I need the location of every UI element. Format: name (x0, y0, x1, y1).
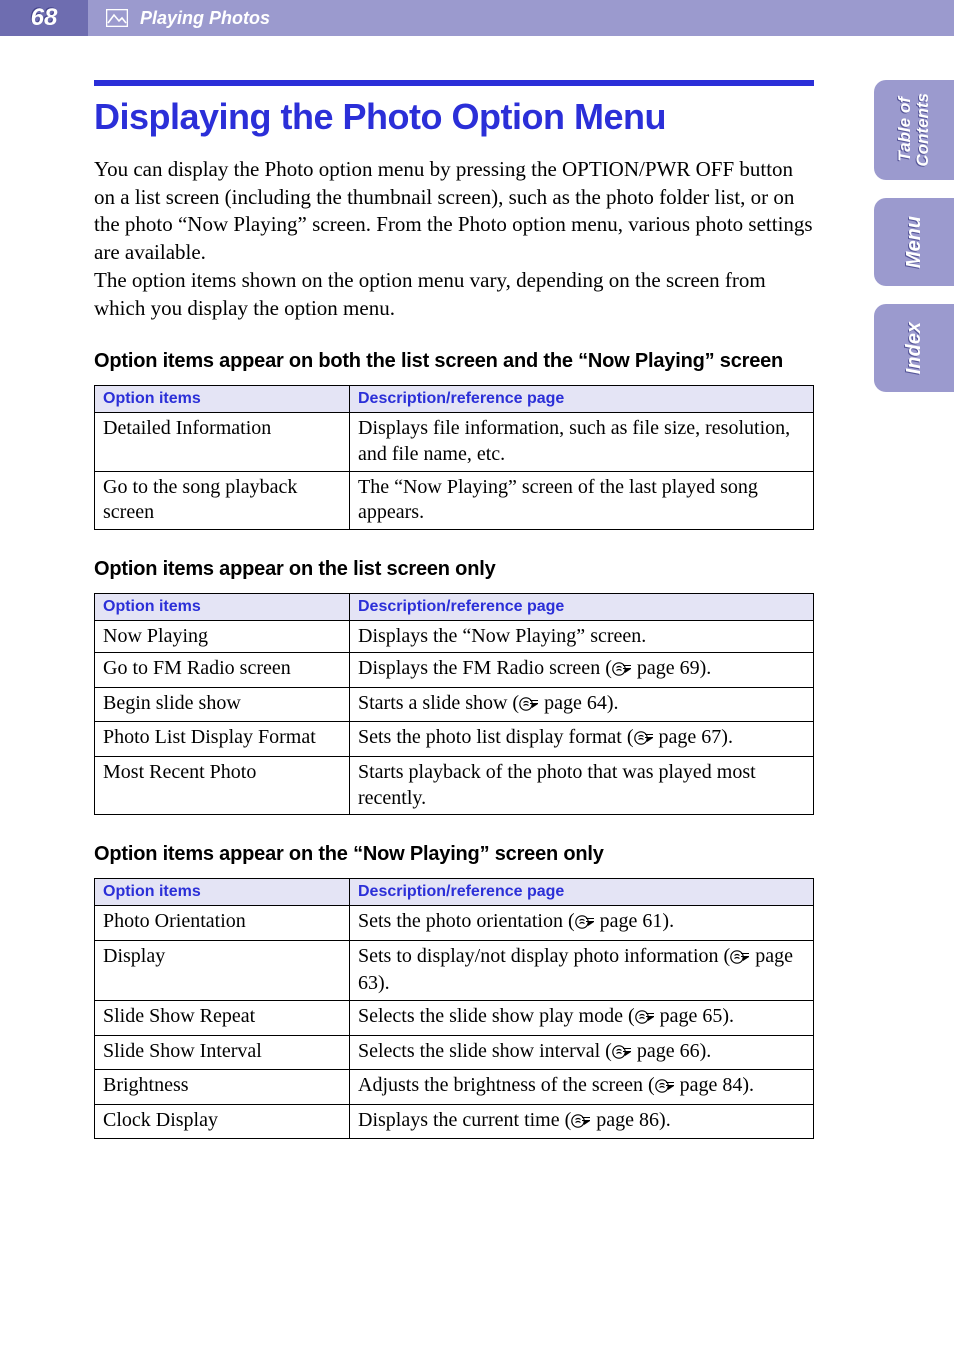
side-tabs: Table of Contents Menu Index (874, 80, 954, 410)
cell-item: Detailed Information (95, 413, 350, 471)
reference-icon (571, 1110, 591, 1136)
table-row: Photo OrientationSets the photo orientat… (95, 906, 814, 941)
page-ref[interactable]: page 66 (637, 1040, 700, 1062)
tab-label: Menu (903, 216, 926, 268)
table-row: Photo List Display FormatSets the photo … (95, 722, 814, 757)
page-title: Displaying the Photo Option Menu (94, 96, 814, 138)
tab-index[interactable]: Index (874, 304, 954, 392)
table-row: Clock DisplayDisplays the current time (… (95, 1104, 814, 1139)
subheading-both: Option items appear on both the list scr… (94, 350, 814, 373)
reference-icon (612, 658, 632, 684)
table-body: Now PlayingDisplays the “Now Playing” sc… (95, 620, 814, 815)
cell-item: Most Recent Photo (95, 757, 350, 815)
cell-desc: Displays file information, such as file … (350, 413, 814, 471)
table-both: Option items Description/reference page … (94, 385, 814, 529)
reference-icon (519, 693, 539, 719)
cell-item: Brightness (95, 1070, 350, 1105)
cell-desc: Selects the slide show interval ( page 6… (350, 1035, 814, 1070)
cell-item: Photo List Display Format (95, 722, 350, 757)
cell-desc: Selects the slide show play mode ( page … (350, 1001, 814, 1036)
tab-table-of-contents[interactable]: Table of Contents (874, 80, 954, 180)
page-ref[interactable]: page 61 (600, 910, 663, 932)
section-title: Playing Photos (140, 8, 270, 29)
table-list: Option items Description/reference page … (94, 593, 814, 816)
reference-icon (612, 1041, 632, 1067)
cell-desc: Sets the photo list display format ( pag… (350, 722, 814, 757)
table-row: Go to FM Radio screenDisplays the FM Rad… (95, 653, 814, 688)
cell-desc: Displays the current time ( page 86). (350, 1104, 814, 1139)
page-ref[interactable]: page 69 (637, 657, 700, 679)
table-nowplaying: Option items Description/reference page … (94, 878, 814, 1139)
table-row: Slide Show IntervalSelects the slide sho… (95, 1035, 814, 1070)
reference-icon (634, 727, 654, 753)
table-row: Slide Show RepeatSelects the slide show … (95, 1001, 814, 1036)
cell-desc: Sets the photo orientation ( page 61). (350, 906, 814, 941)
cell-desc: Adjusts the brightness of the screen ( p… (350, 1070, 814, 1105)
subheading-list: Option items appear on the list screen o… (94, 558, 814, 581)
col-option-items: Option items (95, 593, 350, 620)
page-ref[interactable]: page 63 (358, 945, 793, 995)
page-ref[interactable]: page 65 (660, 1005, 723, 1027)
col-description: Description/reference page (350, 386, 814, 413)
photo-icon (106, 9, 128, 27)
tab-menu[interactable]: Menu (874, 198, 954, 286)
heading-rule (94, 80, 814, 86)
reference-icon (635, 1006, 655, 1032)
table-row: DisplaySets to display/not display photo… (95, 940, 814, 1000)
page-number: 68 (0, 0, 88, 36)
cell-item: Begin slide show (95, 687, 350, 722)
cell-desc: Displays the “Now Playing” screen. (350, 620, 814, 653)
table-row: BrightnessAdjusts the brightness of the … (95, 1070, 814, 1105)
table-body: Photo OrientationSets the photo orientat… (95, 906, 814, 1139)
reference-icon (575, 911, 595, 937)
cell-item: Now Playing (95, 620, 350, 653)
col-description: Description/reference page (350, 879, 814, 906)
cell-desc: Sets to display/not display photo inform… (350, 940, 814, 1000)
page-ref[interactable]: page 86 (596, 1109, 659, 1131)
tab-label: Table of Contents (896, 93, 932, 167)
cell-desc: Displays the FM Radio screen ( page 69). (350, 653, 814, 688)
table-row: Begin slide showStarts a slide show ( pa… (95, 687, 814, 722)
cell-desc: Starts a slide show ( page 64). (350, 687, 814, 722)
table-row: Detailed Information Displays file infor… (95, 413, 814, 471)
page-content: Displaying the Photo Option Menu You can… (94, 80, 814, 1139)
cell-item: Clock Display (95, 1104, 350, 1139)
cell-item: Slide Show Interval (95, 1035, 350, 1070)
tab-label: Index (903, 322, 926, 374)
table-row: Most Recent PhotoStarts playback of the … (95, 757, 814, 815)
cell-item: Display (95, 940, 350, 1000)
page-ref[interactable]: page 64 (544, 692, 607, 714)
cell-desc: The “Now Playing” screen of the last pla… (350, 471, 814, 529)
reference-icon (655, 1075, 675, 1101)
page-header: 68 Playing Photos (0, 0, 954, 36)
col-description: Description/reference page (350, 593, 814, 620)
intro-paragraph-2: The option items shown on the option men… (94, 267, 814, 322)
cell-desc: Starts playback of the photo that was pl… (350, 757, 814, 815)
cell-item: Photo Orientation (95, 906, 350, 941)
col-option-items: Option items (95, 879, 350, 906)
page-ref[interactable]: page 84 (680, 1074, 743, 1096)
subheading-nowplaying: Option items appear on the “Now Playing”… (94, 843, 814, 866)
cell-item: Slide Show Repeat (95, 1001, 350, 1036)
col-option-items: Option items (95, 386, 350, 413)
table-body: Detailed Information Displays file infor… (95, 413, 814, 529)
table-row: Go to the song playback screen The “Now … (95, 471, 814, 529)
page-ref[interactable]: page 67 (659, 726, 722, 748)
reference-icon (730, 946, 750, 972)
table-row: Now PlayingDisplays the “Now Playing” sc… (95, 620, 814, 653)
cell-item: Go to the song playback screen (95, 471, 350, 529)
cell-item: Go to FM Radio screen (95, 653, 350, 688)
intro-paragraph-1: You can display the Photo option menu by… (94, 156, 814, 267)
